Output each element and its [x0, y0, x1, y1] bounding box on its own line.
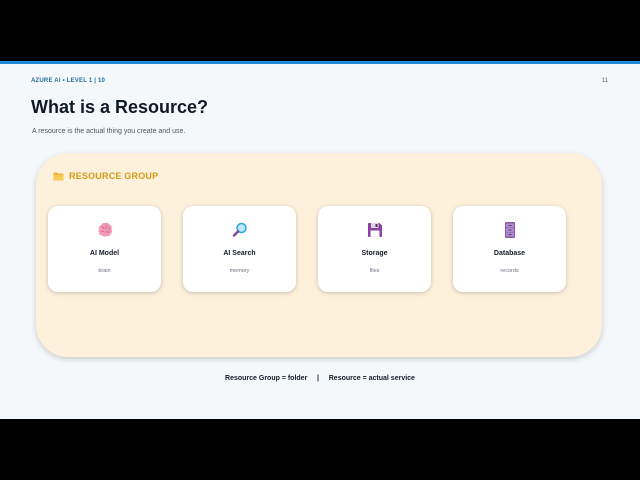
resource-cards: AI Model brain AI Search memory Storage … — [48, 206, 566, 292]
card-title: AI Search — [223, 250, 256, 257]
card-title: Storage — [361, 250, 388, 257]
page-number: 11 — [601, 78, 608, 84]
footer-caption: Resource Group = folder | Resource = act… — [0, 375, 640, 382]
card-description: brain — [98, 268, 111, 274]
footer-separator: | — [317, 375, 320, 382]
resource-group-label: RESOURCE GROUP — [69, 171, 159, 181]
resource-card-ai-model: AI Model brain — [48, 206, 161, 292]
page-subtitle: A resource is the actual thing you creat… — [32, 128, 186, 135]
card-title: Database — [493, 250, 526, 257]
card-description: files — [369, 268, 380, 274]
slide: AZURE AI • LEVEL 1 | 10 11 What is a Res… — [0, 61, 640, 419]
slide-eyebrow: AZURE AI • LEVEL 1 | 10 — [31, 78, 106, 84]
card-title: AI Model — [89, 250, 120, 257]
brain-icon — [97, 222, 112, 237]
footer-left: Resource Group = folder — [225, 375, 308, 382]
file-cabinet-icon — [504, 222, 515, 238]
resource-group-panel: RESOURCE GROUP AI Model brain AI Search … — [36, 153, 602, 357]
floppy-disk-icon — [367, 223, 382, 237]
footer-right: Resource = actual service — [328, 375, 415, 382]
resource-card-ai-search: AI Search memory — [183, 206, 296, 292]
card-description: records — [500, 268, 519, 274]
resource-card-storage: Storage files — [318, 206, 431, 292]
resource-card-database: Database records — [453, 206, 566, 292]
folder-icon — [53, 172, 64, 180]
card-description: memory — [229, 268, 250, 274]
resource-group-header: RESOURCE GROUP — [53, 171, 158, 181]
magnifying-glass-icon — [232, 222, 247, 237]
page-title: What is a Resource? — [31, 97, 209, 117]
